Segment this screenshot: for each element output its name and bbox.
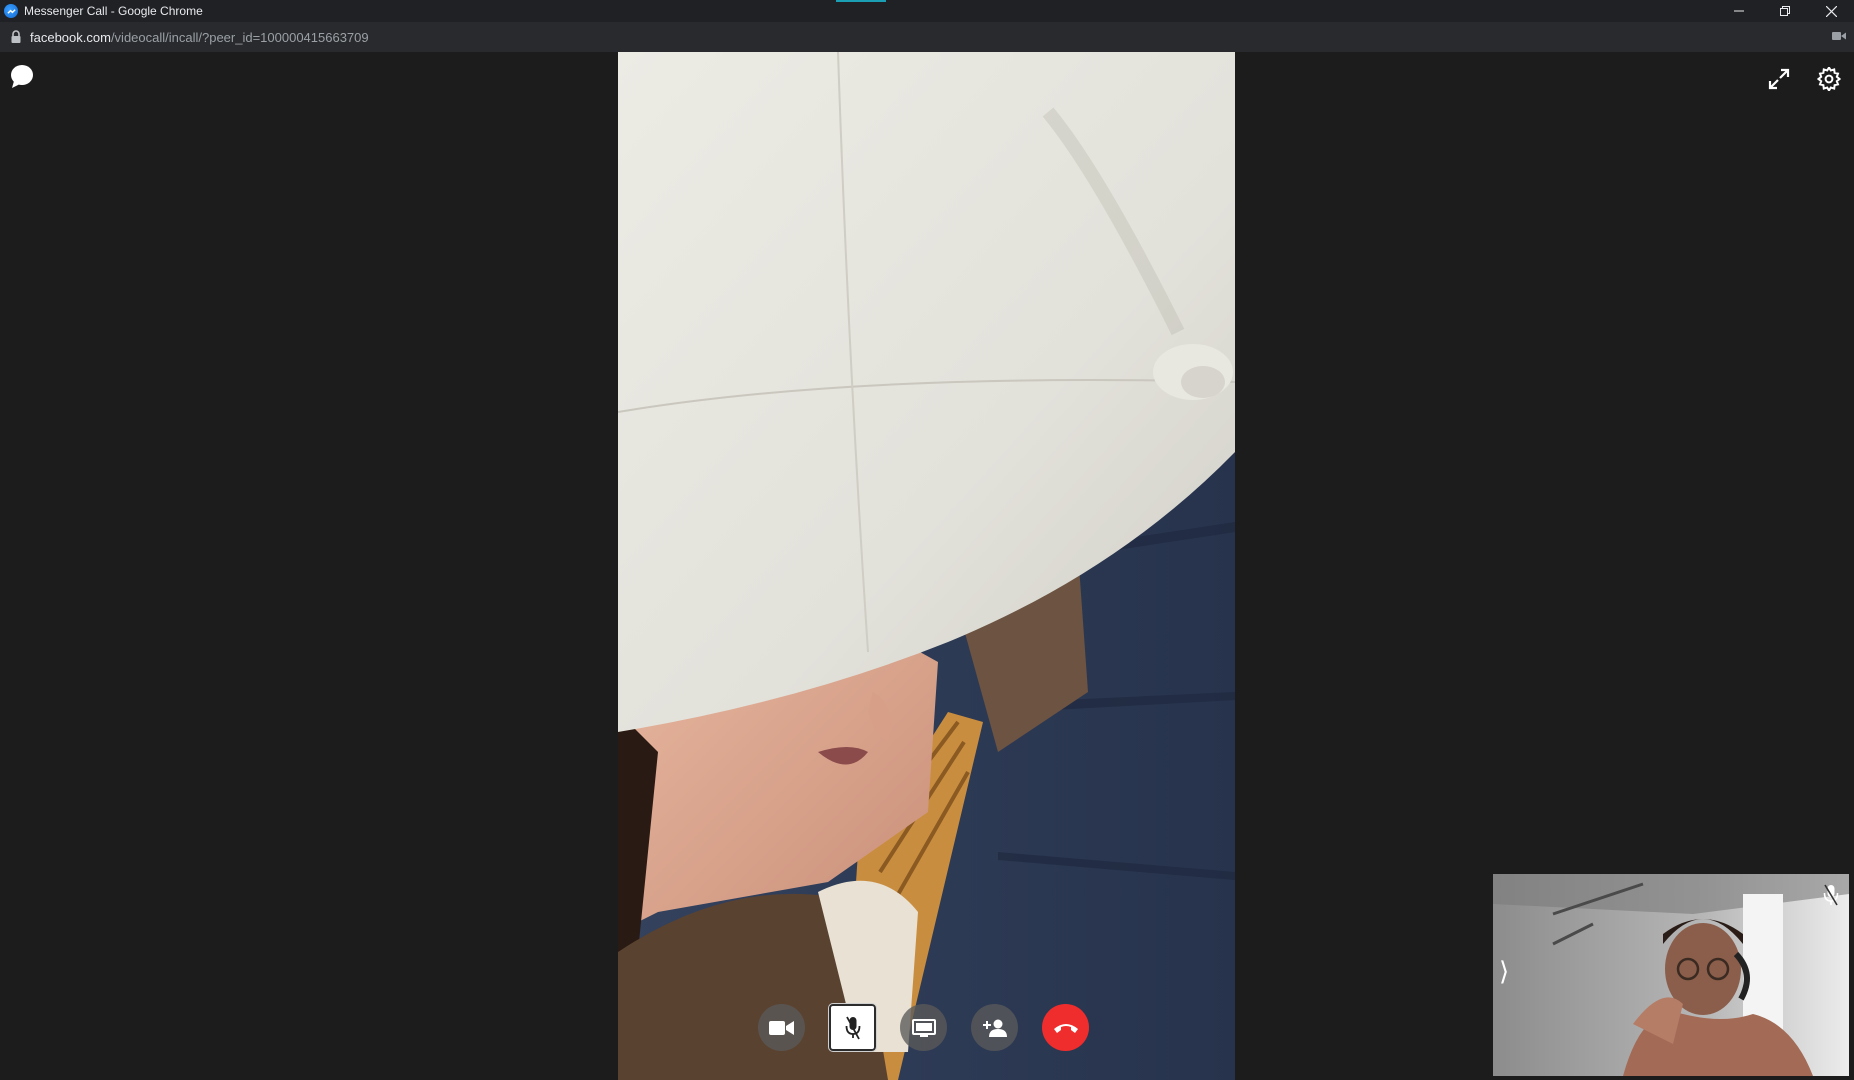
hang-up-icon <box>1053 1023 1078 1033</box>
video-toggle-button[interactable] <box>758 1004 805 1051</box>
camera-indicator-icon[interactable] <box>1832 31 1846 41</box>
close-button[interactable] <box>1808 0 1854 22</box>
add-person-icon <box>982 1019 1007 1037</box>
window-title: Messenger Call - Google Chrome <box>24 4 203 18</box>
share-screen-button[interactable] <box>900 1004 947 1051</box>
messenger-app-icon <box>4 4 18 18</box>
restore-button[interactable] <box>1762 0 1808 22</box>
minimize-icon <box>1734 10 1744 12</box>
lock-icon <box>11 30 21 43</box>
restore-icon <box>1780 6 1790 16</box>
mute-button[interactable] <box>828 1003 877 1052</box>
address-bar[interactable]: facebook.com/videocall/incall/?peer_id=1… <box>0 22 1854 52</box>
self-video-preview[interactable]: ⟩ <box>1493 874 1849 1076</box>
chat-bubble-icon <box>11 65 33 88</box>
self-video-image <box>1493 874 1849 1076</box>
gear-icon <box>1817 67 1841 91</box>
tab-loading-indicator <box>836 0 886 2</box>
window-controls <box>1716 0 1854 22</box>
expand-icon <box>1768 68 1790 90</box>
microphone-muted-icon <box>845 1016 860 1039</box>
screen-icon <box>911 1018 936 1037</box>
settings-button[interactable] <box>1814 64 1844 94</box>
remote-video-feed <box>618 52 1235 1080</box>
end-call-button[interactable] <box>1042 1004 1089 1051</box>
close-icon <box>1825 5 1837 17</box>
url-path: /videocall/incall/?peer_id=1000004156637… <box>110 29 369 45</box>
fullscreen-button[interactable] <box>1764 64 1794 94</box>
call-controls-bar <box>758 1003 1089 1052</box>
microphone-muted-icon <box>1823 884 1839 906</box>
call-stage: ⟩ <box>0 52 1854 1080</box>
add-person-button[interactable] <box>971 1004 1018 1051</box>
video-camera-icon <box>768 1020 794 1035</box>
chat-button[interactable] <box>8 62 36 90</box>
window-title-bar: Messenger Call - Google Chrome <box>0 0 1854 22</box>
minimize-button[interactable] <box>1716 0 1762 22</box>
remote-video-image <box>618 52 1235 1080</box>
self-view-collapse-toggle[interactable]: ⟩ <box>1499 958 1509 984</box>
url-host: facebook.com <box>30 29 111 45</box>
url-text[interactable]: facebook.com/videocall/incall/?peer_id=1… <box>30 30 369 45</box>
